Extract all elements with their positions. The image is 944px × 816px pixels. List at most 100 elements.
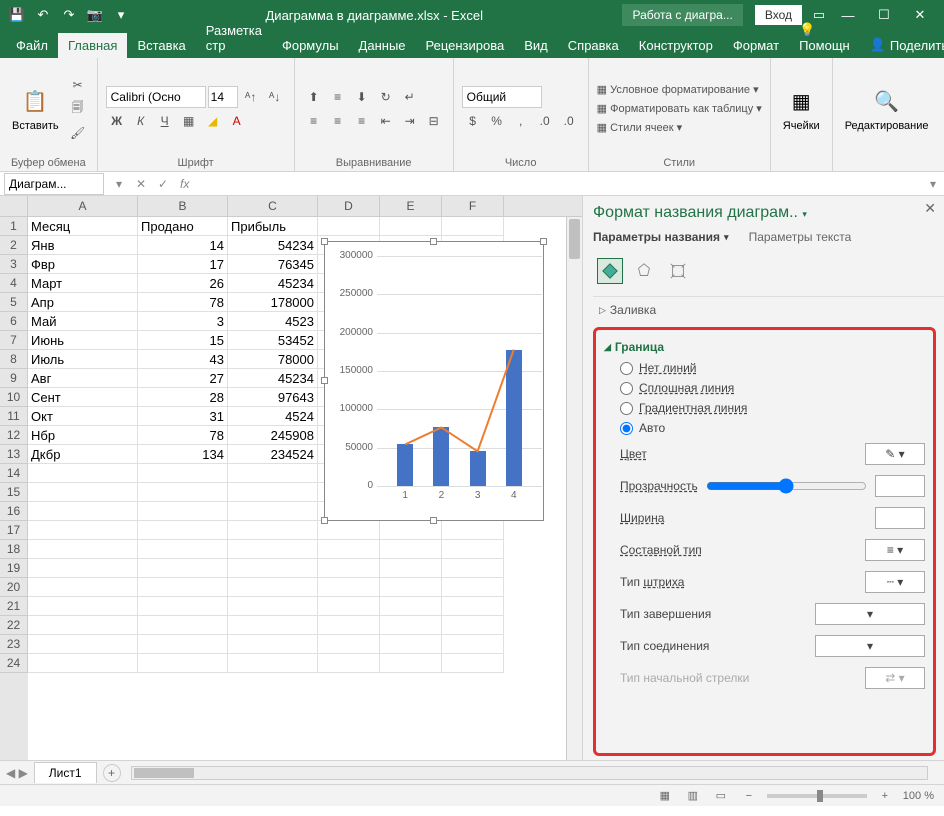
- row-header[interactable]: 21: [0, 597, 28, 616]
- tab-home[interactable]: Главная: [58, 33, 127, 58]
- copy-icon[interactable]: 🗐: [67, 98, 89, 120]
- transparency-slider[interactable]: [706, 478, 867, 494]
- cell[interactable]: Апр: [28, 293, 138, 312]
- cell[interactable]: [442, 597, 504, 616]
- cell[interactable]: Авг: [28, 369, 138, 388]
- row-header[interactable]: 17: [0, 521, 28, 540]
- decrease-indent-icon[interactable]: ⇤: [375, 110, 397, 132]
- cell[interactable]: [28, 483, 138, 502]
- cell[interactable]: Сент: [28, 388, 138, 407]
- cell[interactable]: [318, 559, 380, 578]
- cell[interactable]: [442, 654, 504, 673]
- row-header[interactable]: 22: [0, 616, 28, 635]
- row-header[interactable]: 23: [0, 635, 28, 654]
- share-button[interactable]: 👤Поделиться: [860, 32, 944, 58]
- zoom-out-icon[interactable]: −: [739, 787, 759, 805]
- wrap-text-icon[interactable]: ↵: [399, 86, 421, 108]
- expand-formula-bar-icon[interactable]: ▾: [922, 173, 944, 195]
- zoom-in-icon[interactable]: +: [875, 787, 895, 805]
- section-fill-toggle[interactable]: ▷Заливка: [599, 303, 934, 317]
- cap-type-select[interactable]: ▾: [815, 603, 925, 625]
- cell[interactable]: 28: [138, 388, 228, 407]
- close-pane-icon[interactable]: ✕: [924, 200, 936, 217]
- underline-icon[interactable]: Ч: [154, 110, 176, 132]
- horizontal-scrollbar[interactable]: [131, 766, 928, 780]
- tab-insert[interactable]: Вставка: [127, 33, 195, 58]
- cell[interactable]: 27: [138, 369, 228, 388]
- cell[interactable]: Янв: [28, 236, 138, 255]
- cell[interactable]: [228, 464, 318, 483]
- normal-view-icon[interactable]: ▦: [655, 787, 675, 805]
- cell[interactable]: [138, 464, 228, 483]
- maximize-button[interactable]: ☐: [866, 0, 902, 30]
- cell[interactable]: 15: [138, 331, 228, 350]
- decrease-decimal-icon[interactable]: .0: [558, 110, 580, 132]
- transparency-input[interactable]: [875, 475, 925, 497]
- format-painter-icon[interactable]: 🖌: [67, 122, 89, 144]
- cell[interactable]: [318, 616, 380, 635]
- cell[interactable]: Июнь: [28, 331, 138, 350]
- cell[interactable]: 26: [138, 274, 228, 293]
- resize-handle[interactable]: [430, 517, 437, 524]
- cell[interactable]: [138, 635, 228, 654]
- cell[interactable]: [380, 559, 442, 578]
- column-header[interactable]: E: [380, 196, 442, 216]
- cell[interactable]: [228, 635, 318, 654]
- cell[interactable]: [228, 483, 318, 502]
- sheet-tab[interactable]: Лист1: [34, 762, 97, 783]
- currency-icon[interactable]: $: [462, 110, 484, 132]
- cell[interactable]: [28, 559, 138, 578]
- cell[interactable]: [228, 502, 318, 521]
- cell[interactable]: [28, 540, 138, 559]
- cell[interactable]: [380, 654, 442, 673]
- tab-tell-me[interactable]: 💡 Помощн: [789, 17, 860, 58]
- number-format-select[interactable]: [462, 86, 542, 108]
- cell[interactable]: 78: [138, 426, 228, 445]
- camera-icon[interactable]: 📷: [84, 4, 106, 26]
- tab-chart-format[interactable]: Формат: [723, 33, 789, 58]
- cell[interactable]: [28, 616, 138, 635]
- merge-icon[interactable]: ⊟: [423, 110, 445, 132]
- cell[interactable]: [228, 559, 318, 578]
- join-type-select[interactable]: ▾: [815, 635, 925, 657]
- resize-handle[interactable]: [430, 238, 437, 245]
- effects-category-icon[interactable]: [631, 258, 657, 284]
- row-header[interactable]: 19: [0, 559, 28, 578]
- row-header[interactable]: 13: [0, 445, 28, 464]
- row-header[interactable]: 16: [0, 502, 28, 521]
- tab-page-layout[interactable]: Разметка стр: [196, 18, 272, 58]
- chart-line-series[interactable]: [405, 350, 514, 452]
- cell[interactable]: 4524: [228, 407, 318, 426]
- cell[interactable]: [442, 578, 504, 597]
- size-category-icon[interactable]: [665, 258, 691, 284]
- row-header[interactable]: 6: [0, 312, 28, 331]
- cell[interactable]: [228, 540, 318, 559]
- resize-handle[interactable]: [321, 517, 328, 524]
- cell[interactable]: [318, 597, 380, 616]
- font-size-input[interactable]: [208, 86, 238, 108]
- fx-icon[interactable]: fx: [174, 177, 195, 191]
- cell[interactable]: [28, 502, 138, 521]
- color-picker[interactable]: ✎ ▾: [865, 443, 925, 465]
- undo-icon[interactable]: ↶: [32, 4, 54, 26]
- redo-icon[interactable]: ↷: [58, 4, 80, 26]
- increase-indent-icon[interactable]: ⇥: [399, 110, 421, 132]
- font-color-icon[interactable]: A: [226, 110, 248, 132]
- embedded-chart[interactable]: 0500001000001500002000002500003000001234: [324, 241, 544, 521]
- row-header[interactable]: 12: [0, 426, 28, 445]
- row-header[interactable]: 3: [0, 255, 28, 274]
- tab-data[interactable]: Данные: [349, 33, 416, 58]
- cell[interactable]: Прибыль: [228, 217, 318, 236]
- cell[interactable]: 245908: [228, 426, 318, 445]
- name-box-dropdown-icon[interactable]: ▾: [108, 173, 130, 195]
- cell[interactable]: [28, 635, 138, 654]
- percent-icon[interactable]: %: [486, 110, 508, 132]
- cut-icon[interactable]: ✂: [67, 74, 89, 96]
- cell[interactable]: 14: [138, 236, 228, 255]
- section-border-toggle[interactable]: ◢Граница: [604, 336, 925, 358]
- cell[interactable]: Нбр: [28, 426, 138, 445]
- cell[interactable]: Фвр: [28, 255, 138, 274]
- cell[interactable]: 76345: [228, 255, 318, 274]
- fill-color-icon[interactable]: ◢: [202, 110, 224, 132]
- cell[interactable]: 78: [138, 293, 228, 312]
